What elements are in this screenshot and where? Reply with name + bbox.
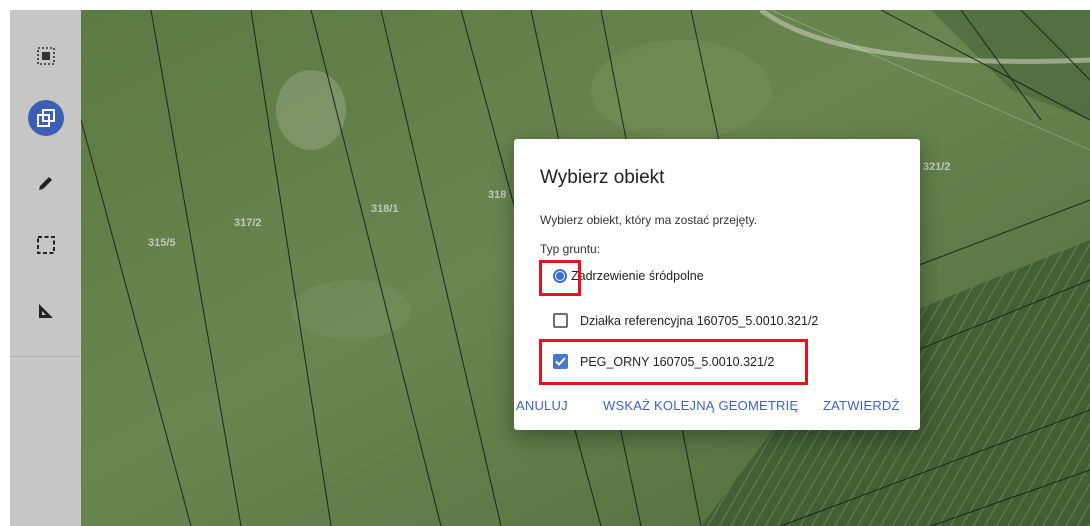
copy-object-icon[interactable] [28, 100, 64, 136]
map-toolbar [10, 10, 81, 526]
next-geometry-button[interactable]: WSKAŻ KOLEJNĄ GEOMETRIĘ [603, 398, 798, 413]
select-object-dialog: Wybierz obiekt Wybierz obiekt, który ma … [514, 139, 920, 430]
parcel-label: 318/1 [371, 203, 399, 215]
parcel-label: 315/5 [148, 237, 176, 249]
highlight-box-radio [539, 260, 581, 296]
option-label: Działka referencyjna 160705_5.0010.321/2 [580, 313, 819, 328]
pencil-icon[interactable] [28, 165, 64, 201]
option-label: Zadrzewienie śródpolne [571, 269, 704, 283]
cancel-button[interactable]: ANULUJ [516, 398, 568, 413]
highlight-box-peg [539, 339, 808, 385]
ground-type-label: Typ gruntu: [540, 242, 601, 256]
dialog-title: Wybierz obiekt [540, 167, 665, 188]
rectangle-select-icon[interactable] [28, 227, 64, 263]
toolbar-divider [10, 356, 81, 357]
measure-icon[interactable] [28, 293, 64, 329]
parcel-label: 321/2 [923, 161, 951, 173]
select-area-icon[interactable] [28, 38, 64, 74]
option-dzialka[interactable]: Działka referencyjna 160705_5.0010.321/2 [553, 313, 818, 328]
checkbox-unchecked[interactable] [553, 313, 568, 328]
dialog-subtitle: Wybierz obiekt, który ma zostać przejęty… [540, 213, 758, 227]
parcel-label: 317/2 [234, 217, 262, 229]
parcel-label: 318 [488, 189, 507, 201]
confirm-button[interactable]: ZATWIERDŹ [823, 398, 900, 413]
